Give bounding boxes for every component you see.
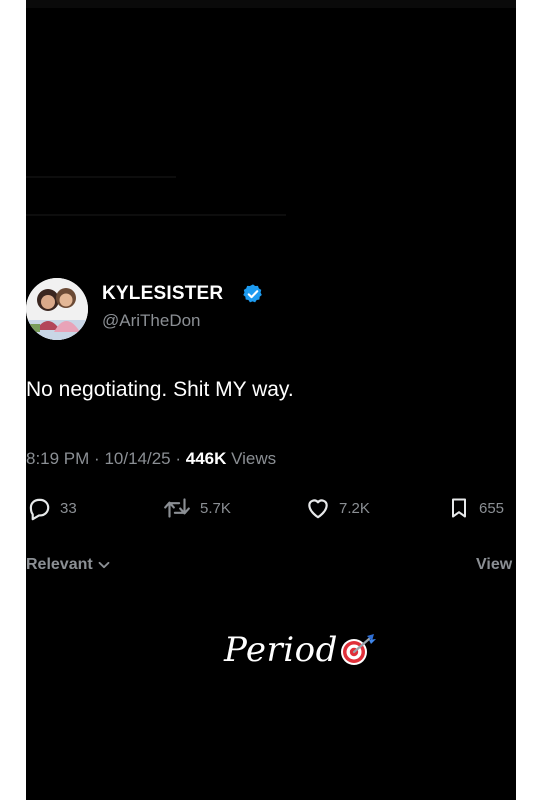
verified-badge-icon bbox=[243, 284, 262, 303]
faded-divider bbox=[26, 176, 176, 178]
top-strip bbox=[26, 0, 516, 8]
bullseye-dart-icon bbox=[340, 634, 376, 665]
reply-count: 33 bbox=[60, 499, 77, 517]
faded-divider bbox=[26, 214, 286, 216]
tweet-date[interactable]: 10/14/25 bbox=[104, 449, 170, 468]
display-name[interactable]: KYLESISTER bbox=[102, 283, 223, 305]
retweet-count: 5.7K bbox=[200, 499, 231, 517]
heart-icon bbox=[308, 499, 328, 519]
bookmark-count: 655 bbox=[479, 499, 505, 517]
bookmark-icon bbox=[452, 498, 466, 518]
reply-button[interactable]: 33 bbox=[26, 494, 77, 522]
views-label: Views bbox=[231, 449, 277, 468]
sort-dropdown[interactable]: Relevant bbox=[26, 556, 111, 574]
retweet-icon bbox=[164, 498, 190, 518]
reply-icon bbox=[29, 498, 50, 521]
meta-separator: · bbox=[175, 449, 186, 468]
tweet-time[interactable]: 8:19 PM bbox=[26, 449, 89, 468]
caption-text: Period bbox=[224, 630, 338, 670]
avatar[interactable] bbox=[26, 278, 88, 340]
tweet-text: No negotiating. Shit MY way. bbox=[26, 378, 294, 401]
like-button[interactable]: 7.2K bbox=[305, 494, 370, 522]
sort-label: Relevant bbox=[26, 556, 93, 573]
replies-sort-row: Relevant View bbox=[26, 556, 516, 578]
screenshot-frame: KYLESISTER @AriTheDon No negotiating. Sh… bbox=[26, 0, 516, 800]
views-count: 446K bbox=[185, 449, 227, 468]
tweet-meta: 8:19 PM · 10/14/25 · 446K Views bbox=[26, 449, 276, 469]
meta-separator: · bbox=[94, 449, 105, 468]
retweet-button[interactable]: 5.7K bbox=[162, 494, 231, 522]
like-count: 7.2K bbox=[339, 499, 370, 517]
view-quotes-link[interactable]: View bbox=[476, 556, 512, 574]
bookmark-button[interactable]: 655 bbox=[447, 494, 504, 522]
user-handle[interactable]: @AriTheDon bbox=[102, 311, 201, 331]
avatar-photo bbox=[26, 278, 88, 340]
caption-overlay: Period bbox=[224, 630, 378, 670]
chevron-down-icon bbox=[98, 561, 110, 569]
action-bar: 33 5.7K 7.2K 655 bbox=[26, 494, 516, 522]
